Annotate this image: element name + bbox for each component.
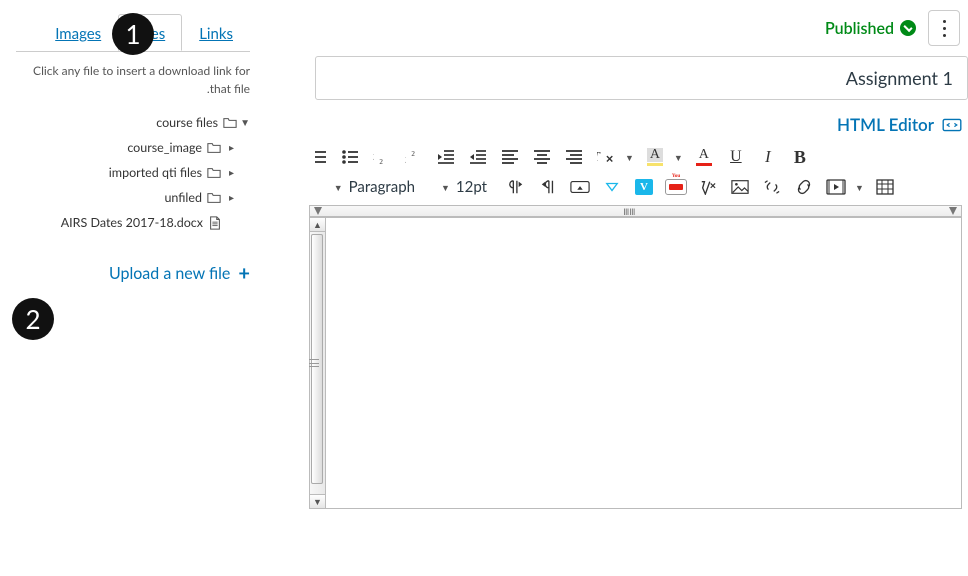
align-left-button[interactable] (497, 145, 523, 169)
folder-label: course files (156, 115, 218, 130)
folder-icon (207, 166, 221, 180)
file-label: AIRS Dates 2017-18.docx (61, 215, 203, 230)
plus-icon: + (238, 261, 250, 285)
table-button[interactable] (872, 175, 898, 199)
svg-text:2: 2 (411, 150, 415, 158)
rtl-button[interactable] (535, 175, 561, 199)
svg-text:x: x (405, 153, 406, 165)
editor-ruler[interactable]: ⅢⅢ (309, 205, 962, 217)
align-right-button[interactable] (561, 145, 587, 169)
image-button[interactable] (727, 175, 753, 199)
paragraph-label: Paragraph (349, 178, 415, 196)
annotation-badge-2: 2 (12, 298, 54, 340)
folder-toggle-expanded-icon[interactable]: ▼ (242, 117, 250, 129)
vertical-scrollbar[interactable]: ▲ ▼ (310, 218, 326, 508)
html-editor-link-row: HTML Editor (305, 100, 968, 143)
folder-icon (223, 116, 237, 130)
rich-text-toolbar: B I U A ▼ A ▼ T x2 x2 123 ▼ (305, 143, 968, 205)
bold-button[interactable]: B (787, 145, 813, 169)
html-editor-link[interactable]: HTML Editor (837, 114, 934, 135)
numbered-list-button[interactable]: 123 (305, 145, 331, 169)
folder-icon (207, 141, 221, 155)
editor-main-column: Published HTML Editor B I U A ▼ A ▼ T x2 (305, 0, 968, 509)
publish-status[interactable]: Published (825, 19, 916, 38)
more-options-button[interactable] (928, 10, 960, 46)
file-airs-dates[interactable]: AIRS Dates 2017-18.docx (16, 210, 250, 235)
indent-button[interactable] (433, 145, 459, 169)
italic-button[interactable]: I (755, 145, 781, 169)
document-icon (208, 216, 222, 230)
text-color-dropdown-icon[interactable]: ▼ (674, 152, 685, 163)
underline-button[interactable]: U (723, 145, 749, 169)
clear-formatting-button[interactable]: T (593, 145, 619, 169)
assignment-header: Published (305, 10, 968, 56)
annotation-badge-1: 1 (112, 13, 154, 55)
equation-button[interactable] (695, 175, 721, 199)
text-color-button[interactable]: A (691, 145, 717, 169)
bg-color-button[interactable]: A (642, 145, 668, 169)
superscript-button[interactable]: x2 (401, 145, 427, 169)
vimeo-button[interactable]: V (631, 175, 657, 199)
svg-text:T: T (597, 150, 601, 164)
folder-label: course_image (127, 140, 202, 155)
scroll-up-arrow[interactable]: ▲ (310, 218, 325, 232)
folder-icon (207, 191, 221, 205)
editor-textarea-wrapper: ▲ ▼ (309, 217, 962, 509)
html-code-icon (942, 117, 962, 133)
file-tree: ▼ course files ▸ course_image ▸ imported… (16, 110, 250, 235)
font-size-select[interactable]: 12pt ▼ (431, 178, 497, 196)
bullet-list-button[interactable] (337, 145, 363, 169)
ruler-center-marker: ⅢⅢ (623, 207, 635, 218)
align-center-button[interactable] (529, 145, 555, 169)
folder-toggle-collapsed-icon[interactable]: ▸ (226, 192, 234, 204)
link-button[interactable] (791, 175, 817, 199)
folder-imported-qti[interactable]: ▸ imported qti files (16, 160, 250, 185)
subscript-button[interactable]: x2 (369, 145, 395, 169)
ruler-right-marker[interactable] (314, 207, 322, 215)
tab-images[interactable]: Images (38, 14, 118, 51)
files-helper-text: Click any file to insert a download link… (16, 62, 250, 98)
upload-new-file-button[interactable]: + Upload a new file (16, 261, 250, 285)
tab-links[interactable]: Links (182, 14, 250, 51)
assignment-title-input[interactable] (315, 56, 968, 100)
chevron-down-icon: ▼ (334, 182, 345, 193)
youtube-button[interactable]: You (663, 175, 689, 199)
ltr-button[interactable] (503, 175, 529, 199)
folder-label: unfiled (164, 190, 202, 205)
folder-label: imported qti files (109, 165, 202, 180)
font-size-label: 12pt (456, 178, 487, 196)
folder-toggle-collapsed-icon[interactable]: ▸ (226, 167, 234, 179)
editor-content[interactable] (326, 218, 961, 508)
upload-label: Upload a new file (109, 264, 230, 283)
published-check-icon (900, 20, 916, 36)
keyboard-button[interactable] (567, 175, 593, 199)
folder-unfiled[interactable]: ▸ unfiled (16, 185, 250, 210)
svg-text:2: 2 (379, 158, 383, 165)
media-button[interactable] (823, 175, 849, 199)
svg-text:x: x (373, 151, 374, 163)
scroll-thumb[interactable] (311, 234, 323, 484)
folder-toggle-collapsed-icon[interactable]: ▸ (226, 142, 234, 154)
folder-course-files[interactable]: ▼ course files (16, 110, 250, 135)
scroll-down-arrow[interactable]: ▼ (310, 494, 325, 508)
ruler-left-marker[interactable] (949, 207, 957, 215)
folder-course-image[interactable]: ▸ course_image (16, 135, 250, 160)
embed-dropdown-button[interactable] (599, 175, 625, 199)
table-dropdown-icon[interactable]: ▼ (855, 182, 866, 193)
unlink-button[interactable] (759, 175, 785, 199)
chevron-down-icon: ▼ (441, 182, 452, 193)
paragraph-select[interactable]: Paragraph ▼ (305, 178, 425, 196)
outdent-button[interactable] (465, 145, 491, 169)
published-label: Published (825, 19, 894, 38)
bg-color-dropdown-icon[interactable]: ▼ (625, 152, 636, 163)
